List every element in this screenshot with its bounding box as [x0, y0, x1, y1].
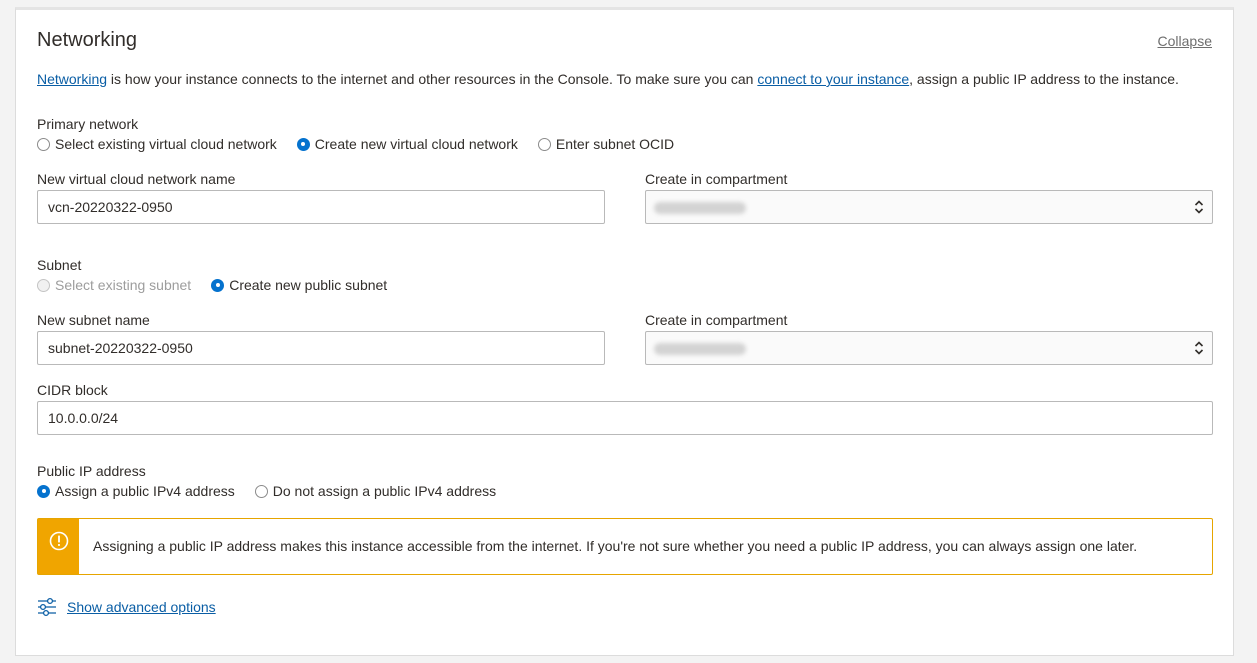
chevron-up-down-icon — [1194, 341, 1204, 355]
radio-label: Create new public subnet — [229, 277, 388, 293]
redacted-compartment-value — [654, 343, 746, 355]
connect-instance-link[interactable]: connect to your instance — [757, 71, 909, 87]
vcn-compartment-label: Create in compartment — [645, 171, 788, 187]
redacted-compartment-value — [654, 202, 746, 214]
alert-message: Assigning a public IP address makes this… — [93, 538, 1138, 554]
radio-create-new-vcn[interactable]: Create new virtual cloud network — [296, 136, 518, 152]
subnet-name-input[interactable]: subnet-20220322-0950 — [37, 331, 605, 365]
warning-icon — [49, 531, 68, 551]
radio-do-not-assign-public-ipv4[interactable]: Do not assign a public IPv4 address — [254, 483, 497, 499]
radio-label: Create new virtual cloud network — [314, 136, 518, 152]
subnet-name-label: New subnet name — [37, 312, 150, 328]
radio-button[interactable] — [37, 484, 50, 498]
vcn-compartment-select[interactable] — [645, 190, 1213, 224]
section-title: Networking — [37, 29, 138, 51]
radio-label: Select existing subnet — [55, 277, 192, 293]
public-ip-radio-group: Assign a public IPv4 address Do not assi… — [37, 483, 516, 499]
radio-button[interactable] — [254, 484, 268, 498]
vcn-name-input[interactable]: vcn-20220322-0950 — [37, 190, 605, 224]
radio-select-existing-vcn[interactable]: Select existing virtual cloud network — [37, 136, 277, 152]
show-advanced-options-link[interactable]: Show advanced options — [67, 599, 216, 615]
primary-network-radio-group: Select existing virtual cloud network Cr… — [37, 136, 694, 152]
subnet-compartment-select[interactable] — [645, 331, 1213, 365]
networking-doc-link[interactable]: Networking — [37, 71, 107, 87]
public-ip-label: Public IP address — [37, 463, 146, 479]
chevron-up-down-icon — [1194, 200, 1204, 214]
radio-assign-public-ipv4[interactable]: Assign a public IPv4 address — [37, 483, 235, 499]
radio-label: Select existing virtual cloud network — [55, 136, 277, 152]
radio-label: Do not assign a public IPv4 address — [272, 483, 497, 499]
radio-button — [37, 278, 50, 292]
alert-icon-bar — [38, 519, 79, 574]
radio-button[interactable] — [537, 137, 551, 151]
intro-text-part1: is how your instance connects to the int… — [107, 71, 758, 87]
show-advanced-options[interactable]: Show advanced options — [37, 597, 216, 617]
networking-panel: Networking Collapse Networking is how yo… — [15, 7, 1234, 656]
radio-label: Enter subnet OCID — [555, 136, 675, 152]
primary-network-label: Primary network — [37, 116, 139, 132]
public-ip-warning-alert: Assigning a public IP address makes this… — [37, 518, 1213, 575]
cidr-input[interactable]: 10.0.0.0/24 — [37, 401, 1213, 435]
subnet-label: Subnet — [37, 257, 82, 273]
sliders-icon — [38, 597, 56, 617]
intro-text-part2: , assign a public IP address to the inst… — [909, 71, 1179, 87]
radio-button[interactable] — [296, 137, 310, 151]
subnet-compartment-label: Create in compartment — [645, 312, 788, 328]
vcn-name-label: New virtual cloud network name — [37, 171, 236, 187]
radio-label: Assign a public IPv4 address — [55, 483, 235, 499]
radio-button[interactable] — [37, 137, 50, 151]
radio-select-existing-subnet: Select existing subnet — [37, 277, 191, 293]
radio-create-public-subnet[interactable]: Create new public subnet — [211, 277, 387, 293]
cidr-label: CIDR block — [37, 382, 108, 398]
radio-button[interactable] — [211, 278, 225, 292]
subnet-radio-group: Select existing subnet Create new public… — [37, 277, 407, 293]
intro-text: Networking is how your instance connects… — [37, 71, 1179, 87]
collapse-link[interactable]: Collapse — [1158, 33, 1212, 49]
radio-enter-subnet-ocid[interactable]: Enter subnet OCID — [537, 136, 675, 152]
